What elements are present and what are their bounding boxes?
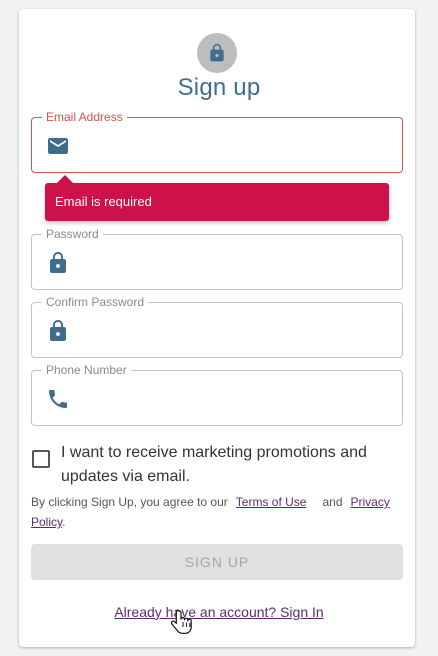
- marketing-checkbox-label[interactable]: I want to receive marketing promotions a…: [61, 441, 406, 489]
- lock-icon: [50, 252, 66, 273]
- marketing-checkbox[interactable]: [32, 450, 50, 468]
- lock-icon: [50, 320, 66, 341]
- phone-icon: [49, 390, 67, 408]
- email-error-tooltip: Email is required: [45, 175, 389, 221]
- sign-in-link[interactable]: Already have an account? Sign In: [0, 604, 438, 620]
- email-input[interactable]: [82, 128, 386, 164]
- email-icon: [48, 138, 68, 154]
- email-label: Email Address: [42, 110, 127, 124]
- avatar: [197, 33, 237, 73]
- phone-input[interactable]: [82, 381, 386, 417]
- terms-prefix: By clicking Sign Up, you agree to our: [31, 495, 228, 509]
- password-label: Password: [42, 227, 103, 241]
- terms-suffix: .: [62, 515, 66, 529]
- confirm-password-field[interactable]: Confirm Password: [31, 295, 403, 358]
- phone-field[interactable]: Phone Number: [31, 363, 403, 426]
- phone-label: Phone Number: [42, 363, 131, 377]
- hand-pointer-icon: [171, 609, 192, 634]
- terms-and: and: [322, 495, 343, 509]
- password-input[interactable]: [82, 245, 386, 281]
- password-field[interactable]: Password: [31, 227, 403, 290]
- page-title: Sign up: [177, 74, 261, 101]
- confirm-password-input[interactable]: [82, 313, 386, 349]
- lock-icon: [210, 43, 224, 62]
- confirm-password-label: Confirm Password: [42, 295, 149, 309]
- email-field[interactable]: Email Address: [31, 110, 403, 173]
- terms-of-use-link[interactable]: Terms of Use: [236, 495, 307, 509]
- sign-up-button[interactable]: SIGN UP: [31, 544, 403, 580]
- terms-text: By clicking Sign Up, you agree to our Ter…: [31, 492, 409, 532]
